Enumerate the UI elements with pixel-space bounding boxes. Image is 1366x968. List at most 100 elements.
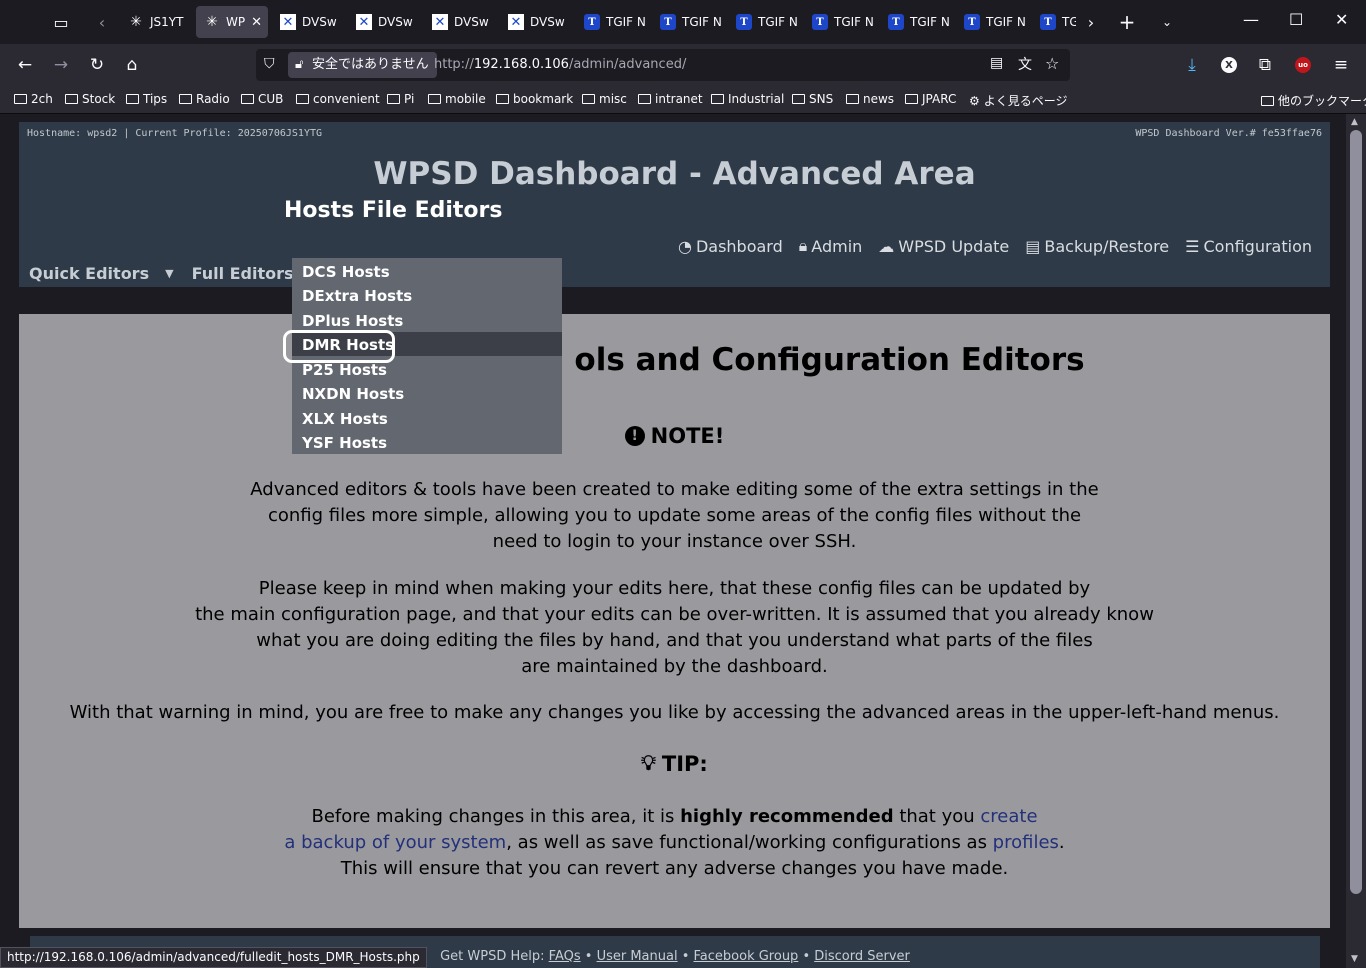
bookmark-folder[interactable]: Stock bbox=[65, 92, 115, 106]
footer-link-faqs[interactable]: FAQs bbox=[549, 949, 581, 964]
security-warning[interactable]: 🔓︎ 安全ではありません bbox=[288, 52, 437, 78]
profiles-link[interactable]: profiles bbox=[993, 832, 1059, 853]
folder-icon bbox=[126, 94, 139, 104]
dropdown-item-xlx-hosts[interactable]: XLX Hosts bbox=[292, 406, 562, 430]
url-text[interactable]: http://192.168.0.106/admin/advanced/ bbox=[434, 57, 686, 72]
bookmark-folder[interactable]: CUB bbox=[241, 92, 283, 106]
lightbulb-icon: 💡︎ bbox=[641, 751, 656, 775]
archive-icon: ▤ bbox=[1025, 236, 1041, 256]
folder-icon bbox=[792, 94, 805, 104]
folder-icon bbox=[905, 94, 918, 104]
reader-view-icon[interactable]: ▤ bbox=[990, 55, 1003, 71]
scrollbar-thumb[interactable] bbox=[1350, 130, 1362, 894]
nav-configuration[interactable]: ☰ Configuration bbox=[1185, 236, 1312, 256]
highlight-ring bbox=[283, 330, 395, 363]
dropdown-item-dcs-hosts[interactable]: DCS Hosts bbox=[292, 259, 562, 283]
backup-link[interactable]: create bbox=[980, 806, 1037, 827]
extensions-puzzle-icon[interactable]: ⧉ bbox=[1251, 51, 1279, 79]
new-tab-icon[interactable]: + bbox=[1113, 8, 1141, 36]
snowflake-icon: ✳ bbox=[130, 14, 142, 30]
tab-dvswitch[interactable]: ✕ DVSw bbox=[500, 6, 572, 38]
dashboard-header: Hostname: wpsd2 | Current Profile: 20250… bbox=[19, 122, 1330, 287]
close-tab-icon[interactable]: ✕ bbox=[251, 15, 262, 30]
bookmark-folder[interactable]: JPARC bbox=[905, 92, 956, 106]
dropdown-item-dplus-hosts[interactable]: DPlus Hosts bbox=[292, 308, 562, 332]
tab-tgif[interactable]: T TGIF N bbox=[804, 6, 876, 38]
ublock-icon[interactable]: uo bbox=[1289, 51, 1317, 79]
dvswitch-x-icon: ✕ bbox=[432, 14, 448, 30]
tab-tgif[interactable]: T TGIF N bbox=[652, 6, 724, 38]
tab-scroll-right-icon[interactable]: › bbox=[1077, 8, 1105, 36]
download-icon[interactable]: ⤓ bbox=[1178, 51, 1206, 79]
dropdown-item-ysf-hosts[interactable]: YSF Hosts bbox=[292, 430, 562, 454]
bookmark-folder[interactable]: Industrial bbox=[711, 92, 784, 106]
tab-tgif[interactable]: T TGIF N bbox=[728, 6, 800, 38]
bookmark-folder[interactable]: SNS bbox=[792, 92, 833, 106]
backup-link[interactable]: a backup of your system bbox=[284, 832, 506, 853]
tgif-t-icon: T bbox=[584, 14, 600, 30]
bookmark-folder[interactable]: Pi bbox=[387, 92, 414, 106]
note-paragraph-2: Please keep in mind when making your edi… bbox=[195, 578, 1154, 677]
close-window-icon[interactable]: ✕ bbox=[1335, 10, 1348, 29]
shield-icon[interactable]: ⛉ bbox=[264, 56, 275, 72]
tgif-t-icon: T bbox=[736, 14, 752, 30]
sliders-icon: ☰ bbox=[1185, 236, 1200, 256]
page-scrollbar[interactable]: ▲ ▼ bbox=[1346, 114, 1366, 968]
folder-icon bbox=[14, 94, 27, 104]
tab-dvswitch[interactable]: ✕ DVSw bbox=[348, 6, 420, 38]
nav-dashboard[interactable]: ◔ Dashboard bbox=[678, 236, 783, 256]
tgif-t-icon: T bbox=[660, 14, 676, 30]
bookmark-folder[interactable]: news bbox=[846, 92, 894, 106]
nav-backup-restore[interactable]: ▤ Backup/Restore bbox=[1025, 236, 1169, 256]
hostname-line: Hostname: wpsd2 | Current Profile: 20250… bbox=[27, 128, 323, 139]
dropdown-item-nxdn-hosts[interactable]: NXDN Hosts bbox=[292, 381, 562, 405]
tab-tgif[interactable]: T TGIF N bbox=[956, 6, 1028, 38]
top-navigation: ◔ Dashboard 🔒︎ Admin ☁ WPSD Update ▤ Backup/… bbox=[678, 236, 1312, 256]
footer-link-facebook-group[interactable]: Facebook Group bbox=[694, 949, 799, 964]
bookmark-star-icon[interactable]: ☆ bbox=[1045, 54, 1059, 73]
tab-wpsd-active[interactable]: ✳ WP ✕ bbox=[196, 6, 268, 38]
bookmark-folder[interactable]: mobile bbox=[428, 92, 486, 106]
dropdown-item-dextra-hosts[interactable]: DExtra Hosts bbox=[292, 283, 562, 307]
menu-hamburger-icon[interactable]: ≡ bbox=[1327, 51, 1355, 79]
url-bar[interactable]: ⛉ 🔓︎ 安全ではありません http://192.168.0.106/admi… bbox=[256, 49, 1070, 81]
tab-dvswitch[interactable]: ✕ DVSw bbox=[272, 6, 344, 38]
tab-tgif[interactable]: T TGIF N bbox=[880, 6, 952, 38]
tgif-t-icon: T bbox=[1040, 14, 1056, 30]
bookmark-folder[interactable]: 2ch bbox=[14, 92, 53, 106]
bookmark-most-visited[interactable]: ⚙ よく見るページ bbox=[969, 92, 1068, 109]
bookmark-folder[interactable]: misc bbox=[582, 92, 627, 106]
tab-tgif[interactable]: T TG bbox=[1032, 6, 1076, 38]
back-icon[interactable]: ← bbox=[11, 51, 39, 79]
minimize-icon[interactable]: — bbox=[1243, 10, 1259, 29]
bookmark-folder[interactable]: convenient bbox=[296, 92, 380, 106]
tab-tgif[interactable]: T TGIF N bbox=[576, 6, 648, 38]
footer-link-discord-server[interactable]: Discord Server bbox=[814, 949, 910, 964]
bookmarks-toolbar: 2ch Stock Tips Radio CUB convenient Pi m… bbox=[0, 86, 1366, 114]
folder-icon bbox=[846, 94, 859, 104]
nav-admin[interactable]: 🔒︎ Admin bbox=[799, 236, 863, 256]
scroll-down-icon[interactable]: ▼ bbox=[1351, 954, 1358, 964]
reload-icon[interactable]: ↻ bbox=[83, 51, 111, 79]
home-icon[interactable]: ⌂ bbox=[118, 51, 146, 79]
bookmark-folder[interactable]: Radio bbox=[179, 92, 230, 106]
nav-wpsd-update[interactable]: ☁ WPSD Update bbox=[878, 236, 1009, 256]
tab-overview-icon[interactable]: ▭ bbox=[47, 8, 75, 36]
bookmark-folder[interactable]: bookmark bbox=[496, 92, 573, 106]
bookmark-folder[interactable]: Tips bbox=[126, 92, 167, 106]
tab-js1ytg[interactable]: ✳ JS1YT bbox=[120, 6, 192, 38]
footer-link-user-manual[interactable]: User Manual bbox=[597, 949, 678, 964]
list-tabs-icon[interactable]: ⌄ bbox=[1153, 8, 1181, 36]
scroll-up-icon[interactable]: ▲ bbox=[1351, 117, 1358, 127]
quick-editors-menu[interactable]: Quick Editors ▼ bbox=[29, 264, 174, 283]
tab-dvswitch[interactable]: ✕ DVSw bbox=[424, 6, 496, 38]
tab-scroll-left-icon[interactable]: ‹ bbox=[88, 8, 116, 36]
forward-icon[interactable]: → bbox=[47, 51, 75, 79]
extension-x-icon[interactable]: X bbox=[1215, 51, 1243, 79]
caret-down-icon: ▼ bbox=[165, 267, 174, 280]
maximize-icon[interactable]: ☐ bbox=[1289, 10, 1303, 29]
bookmark-folder[interactable]: intranet bbox=[638, 92, 703, 106]
folder-icon bbox=[179, 94, 192, 104]
bookmark-other[interactable]: 他のブックマーク bbox=[1261, 92, 1366, 109]
translate-icon[interactable]: 文 bbox=[1018, 54, 1032, 74]
